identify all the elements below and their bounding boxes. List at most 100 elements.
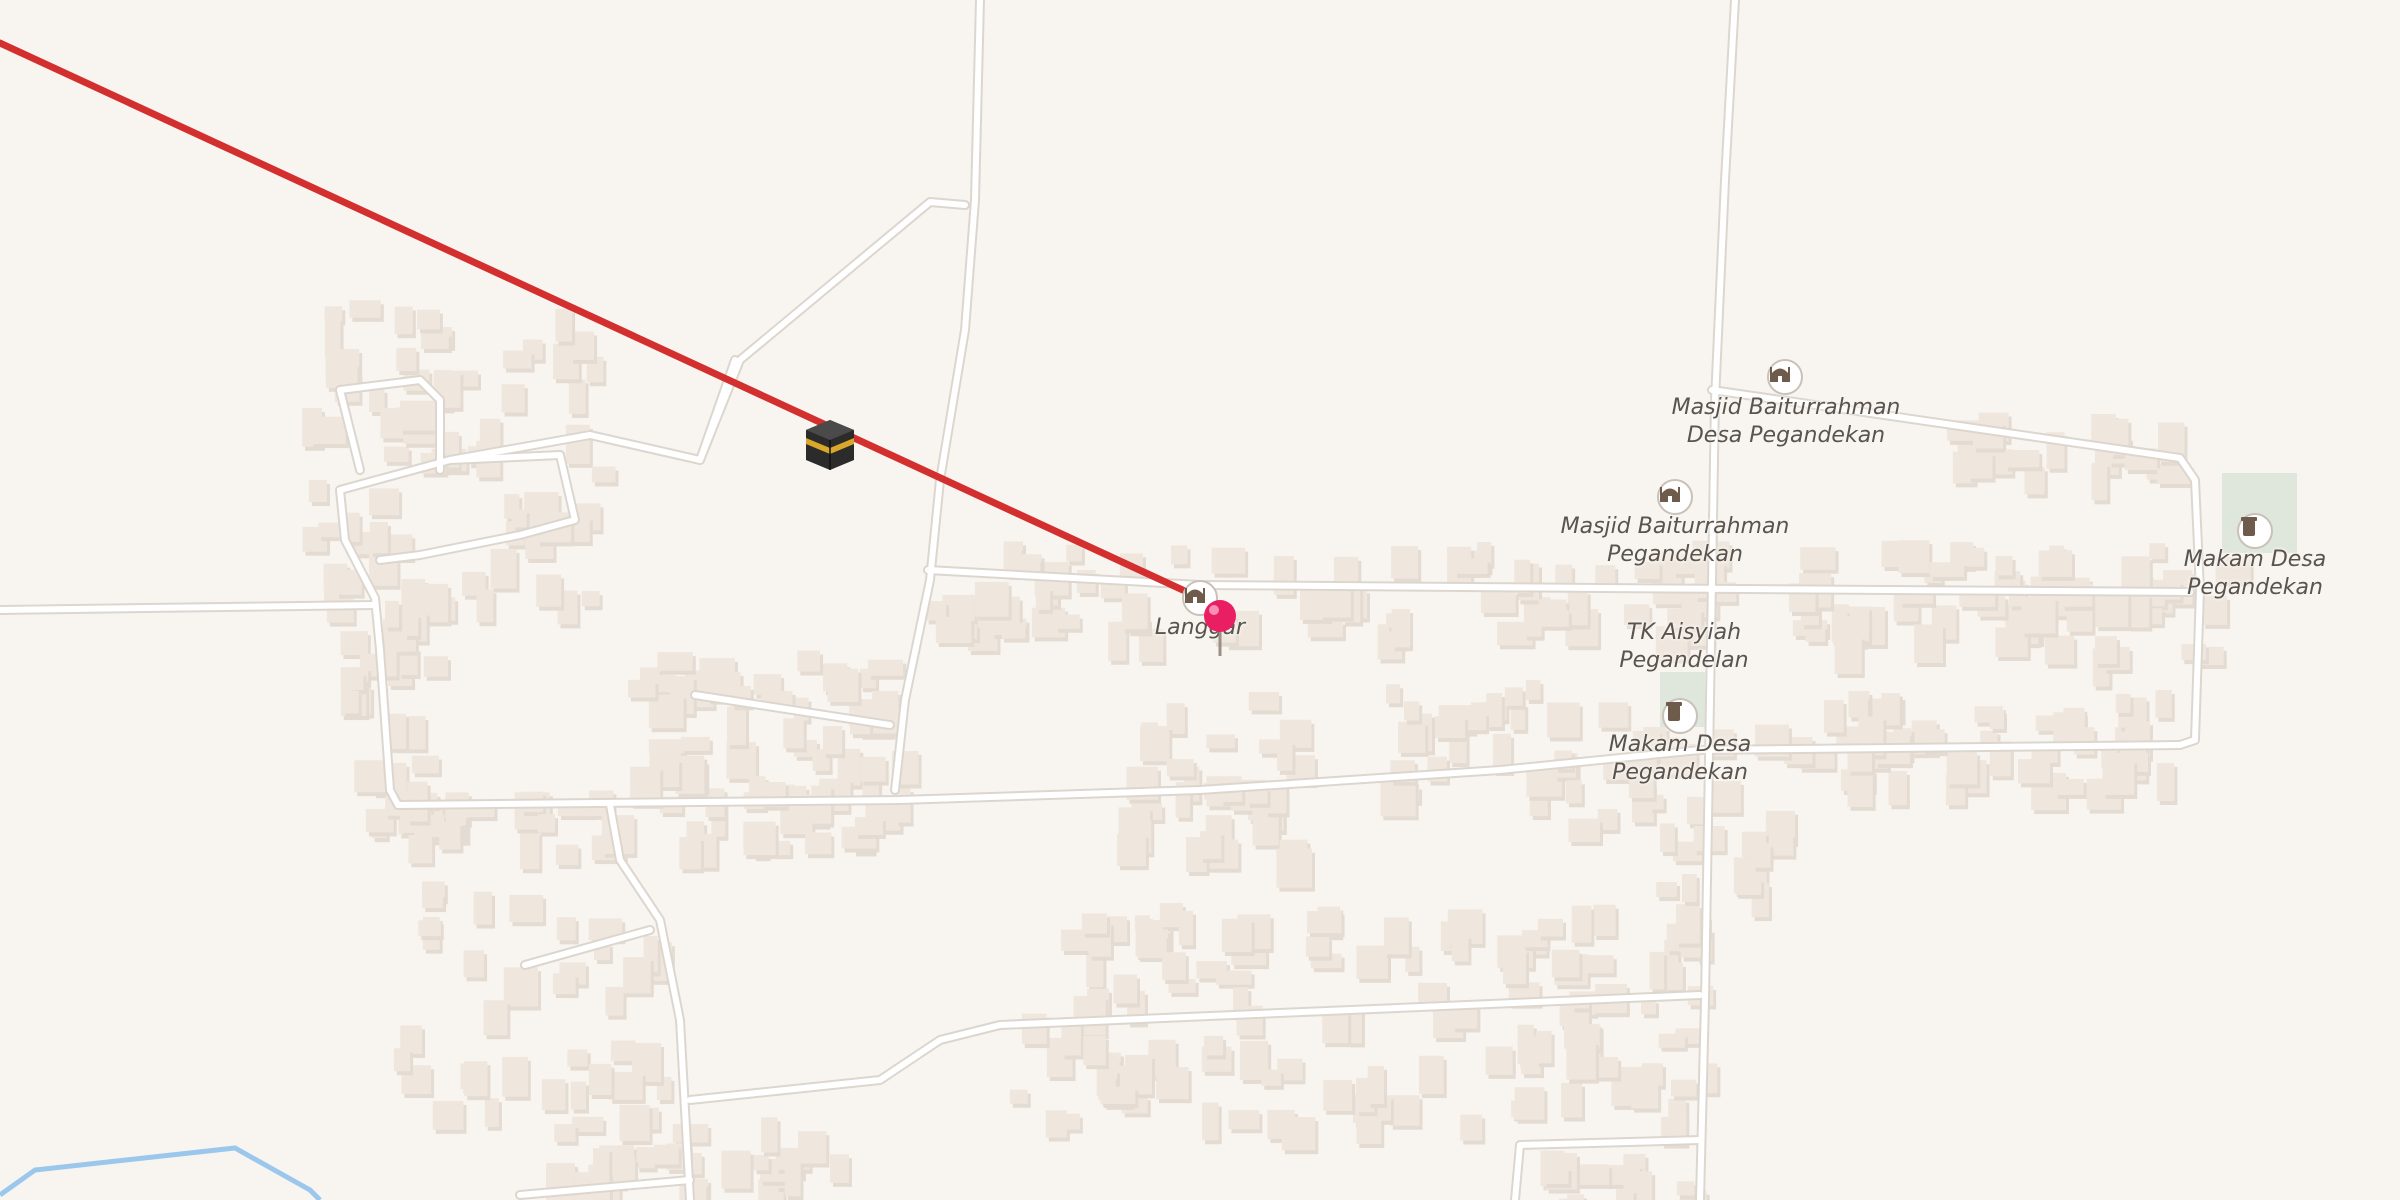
building — [681, 736, 710, 751]
poi-label-makam-desa[interactable]: Makam Desa Pegandekan — [1609, 731, 1752, 787]
building — [653, 1144, 679, 1165]
building — [591, 466, 616, 483]
building — [1566, 1040, 1596, 1080]
building — [1593, 904, 1616, 937]
building — [1660, 823, 1675, 853]
building — [1735, 878, 1762, 895]
building — [1546, 702, 1580, 738]
poi-label-makam-desa-east[interactable]: Makam Desa Pegandekan — [2184, 546, 2327, 602]
building — [1170, 545, 1188, 565]
cemetery-icon[interactable] — [2237, 513, 2273, 549]
building — [1009, 1089, 1028, 1104]
building — [1045, 1110, 1067, 1138]
building — [1967, 452, 1993, 479]
building — [592, 1148, 610, 1186]
building — [2115, 693, 2131, 713]
building — [1535, 1030, 1552, 1064]
building — [1035, 587, 1051, 610]
building — [783, 718, 804, 749]
building — [1065, 1113, 1080, 1130]
building — [1200, 831, 1222, 859]
building — [1888, 770, 1907, 806]
building — [1454, 558, 1488, 574]
building — [1480, 590, 1516, 613]
building — [393, 1048, 411, 1072]
building — [636, 1147, 655, 1169]
building — [627, 679, 656, 698]
building — [1571, 905, 1592, 943]
building — [1397, 721, 1426, 753]
building — [556, 917, 576, 941]
building — [1166, 759, 1194, 777]
building — [829, 1154, 849, 1183]
building — [1502, 948, 1527, 985]
building — [1615, 1189, 1634, 1200]
building — [1166, 703, 1185, 735]
building — [1914, 624, 1944, 664]
building — [1676, 1181, 1695, 1196]
building — [1418, 1055, 1444, 1095]
building — [1202, 1102, 1219, 1141]
building — [623, 957, 651, 994]
building — [354, 760, 386, 793]
building — [610, 1040, 636, 1062]
building — [1156, 1067, 1189, 1100]
poi-label-line: Pegandekan — [1612, 760, 1748, 785]
building — [422, 893, 444, 909]
building — [1800, 547, 1836, 570]
building — [324, 306, 343, 322]
building — [423, 656, 448, 677]
building — [605, 986, 624, 1016]
building — [347, 672, 364, 691]
building — [1834, 635, 1862, 675]
building — [1277, 740, 1293, 771]
building — [1305, 936, 1330, 957]
building — [342, 690, 359, 714]
building — [753, 1154, 769, 1171]
building — [403, 613, 419, 636]
poi-label-tk-aisyiah[interactable]: TK Aisyiah Pegandelan — [1619, 619, 1748, 675]
building — [1585, 955, 1614, 974]
building — [935, 616, 972, 643]
building — [581, 590, 600, 607]
building — [822, 726, 843, 755]
building — [483, 1000, 508, 1036]
building — [1367, 1065, 1385, 1104]
mosque-icon[interactable] — [1657, 479, 1693, 515]
building — [1543, 1167, 1569, 1185]
building — [1081, 913, 1108, 934]
building — [484, 1098, 499, 1127]
building — [1946, 751, 1978, 785]
building — [555, 844, 579, 866]
building — [1281, 1117, 1316, 1151]
building — [490, 548, 517, 589]
building — [854, 817, 883, 835]
building — [1083, 1035, 1106, 1066]
building — [1823, 700, 1844, 733]
poi-label-masjid-baiturrahman-desa[interactable]: Masjid Baiturrahman Desa Pegandekan — [1672, 394, 1901, 450]
poi-label-line: Makam Desa — [2183, 547, 2327, 572]
building — [1055, 614, 1080, 629]
building — [512, 509, 527, 528]
building — [1435, 716, 1466, 739]
building — [340, 631, 368, 656]
building — [797, 1131, 827, 1164]
building — [394, 306, 413, 335]
building — [1514, 1087, 1545, 1120]
building — [1386, 684, 1401, 704]
cemetery-icon[interactable] — [1662, 698, 1698, 734]
building — [1676, 904, 1700, 944]
building — [464, 1061, 488, 1097]
poi-label-masjid-baiturrahman[interactable]: Masjid Baiturrahman Pegandekan — [1561, 513, 1790, 569]
building — [1995, 555, 2013, 576]
poi-label-line: Pegandelan — [1619, 648, 1749, 673]
building — [1460, 1114, 1483, 1141]
building — [503, 350, 532, 369]
building — [1631, 1084, 1659, 1109]
building — [1538, 609, 1569, 627]
mosque-icon[interactable] — [1767, 359, 1803, 395]
building — [400, 400, 436, 431]
building — [726, 706, 746, 746]
map-canvas[interactable]: Langgar Masjid Baiturrahman Desa Pegande… — [0, 0, 2400, 1200]
building — [502, 1056, 528, 1097]
